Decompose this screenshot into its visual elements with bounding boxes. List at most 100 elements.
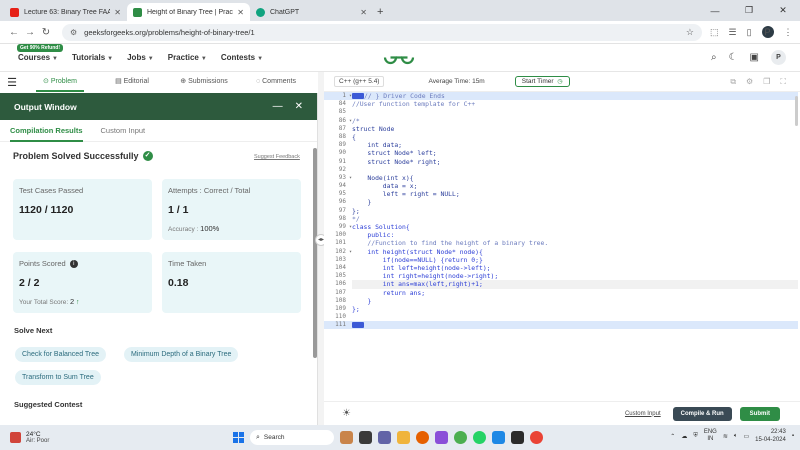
code-line[interactable]: left = right = NULL; (352, 190, 798, 198)
custom-input-link[interactable]: Custom Input (625, 411, 661, 417)
widgets-app-icon[interactable] (340, 431, 353, 444)
dark-mode-icon[interactable]: ☾ (729, 52, 738, 63)
onedrive-icon[interactable]: ☁ (681, 433, 687, 440)
user-avatar[interactable]: P (771, 50, 786, 65)
code-line[interactable]: int data; (352, 141, 798, 149)
teams-icon[interactable] (378, 431, 391, 444)
terminal-icon[interactable] (511, 431, 524, 444)
tab-submissions[interactable]: ⊕ Submissions (168, 72, 240, 92)
chrome-icon[interactable] (454, 431, 467, 444)
code-line[interactable]: struct Node* right; (352, 158, 798, 166)
code-line[interactable]: // } Driver Code Ends (352, 92, 798, 101)
site-info-icon[interactable]: ⚙ (70, 28, 77, 37)
folded-code-marker-icon[interactable] (352, 322, 364, 329)
language-select[interactable]: C++ (g++ 5.4) (334, 76, 385, 87)
nav-practice[interactable]: Practice ▼ (168, 53, 207, 62)
tab-problem[interactable]: ⊙ Problem (24, 72, 96, 92)
browser-tab-gfg[interactable]: Height of Binary Tree | Practice ✕ (127, 3, 250, 21)
minimize-icon[interactable]: — (698, 6, 732, 16)
reading-list-icon[interactable]: ☰ (729, 27, 737, 38)
code-line[interactable]: data = x; (352, 182, 798, 190)
battery-icon[interactable]: ▭ (743, 433, 749, 440)
code-line[interactable] (352, 313, 798, 321)
url-input[interactable]: ⚙ geeksforgeeks.org/problems/height-of-b… (62, 23, 702, 41)
file-explorer-icon[interactable] (397, 431, 410, 444)
close-tab-icon[interactable]: ✕ (237, 8, 244, 17)
sidebar-icon[interactable]: ▯ (747, 27, 752, 38)
code-line[interactable]: } (352, 297, 798, 305)
close-output-icon[interactable]: ✕ (295, 101, 303, 112)
code-area[interactable]: // } Driver Code Ends//User function tem… (352, 92, 798, 330)
code-line[interactable]: */ (352, 215, 798, 223)
chrome-active-icon[interactable] (530, 431, 543, 444)
code-line[interactable]: //User function template for C++ (352, 100, 798, 108)
code-line[interactable]: //Function to find the height of a binar… (352, 239, 798, 247)
settings-icon[interactable]: ⚙ (746, 77, 753, 87)
code-line[interactable]: int right=height(node->right); (352, 272, 798, 280)
code-line[interactable]: if(node==NULL) {return 0;} (352, 256, 798, 264)
code-line[interactable]: int height(struct Node* node){ (352, 248, 798, 256)
code-line[interactable]: int left=height(node->left); (352, 264, 798, 272)
store-icon[interactable] (435, 431, 448, 444)
reset-code-icon[interactable]: ⧉ (730, 77, 736, 87)
code-line[interactable]: }; (352, 305, 798, 313)
nav-contests[interactable]: Contests ▼ (221, 53, 263, 62)
tab-editorial[interactable]: ▤ Editorial (96, 72, 168, 92)
translate-icon[interactable]: ▣ (750, 52, 759, 63)
chevron-up-icon[interactable]: ⌃ (670, 433, 675, 440)
taskbar-search[interactable]: ⌕ Search (250, 430, 334, 445)
submit-button[interactable]: Submit (739, 406, 780, 421)
copy-icon[interactable]: ❐ (763, 77, 770, 87)
maximize-icon[interactable]: ❐ (732, 5, 766, 16)
code-line[interactable]: struct Node* left; (352, 149, 798, 157)
vscode-icon[interactable] (492, 431, 505, 444)
language-indicator[interactable]: ENG IN (704, 429, 717, 443)
nav-courses[interactable]: Get 90% Refund! Courses ▼ (17, 44, 64, 62)
hamburger-menu-icon[interactable]: ☰ (0, 76, 24, 89)
code-line[interactable]: }; (352, 207, 798, 215)
minimize-output-icon[interactable]: — (273, 101, 283, 112)
code-line[interactable] (352, 321, 798, 330)
task-view-icon[interactable] (359, 431, 372, 444)
code-line[interactable]: public: (352, 231, 798, 239)
code-line[interactable]: Node(int x){ (352, 174, 798, 182)
code-editor[interactable]: 1 ▾ 84 85 86 ▾ 87 88 89 90 91 92 93 ▾ 94 95 96 97 98 99 ▾ 100… (324, 92, 800, 401)
browser-menu-icon[interactable]: ⋮ (784, 27, 793, 38)
code-line[interactable]: int ans=max(left,right)+1; (352, 280, 798, 289)
browser-profile-avatar[interactable]: P (761, 26, 774, 38)
code-line[interactable] (352, 108, 798, 116)
back-icon[interactable]: ← (6, 27, 22, 38)
suggest-feedback-link[interactable]: Suggest Feedback (254, 154, 300, 160)
browser-tab-youtube[interactable]: Lecture 63: Binary Tree FAANG ✕ (4, 3, 127, 21)
code-line[interactable]: { (352, 133, 798, 141)
code-line[interactable]: } (352, 198, 798, 206)
gfg-logo[interactable] (382, 49, 416, 66)
close-window-icon[interactable]: ✕ (766, 5, 800, 16)
wifi-icon[interactable]: ≋ (723, 433, 728, 440)
bookmark-star-icon[interactable]: ☆ (686, 27, 694, 38)
output-scrollbar[interactable] (313, 148, 317, 358)
code-line[interactable]: /* (352, 117, 798, 125)
forward-icon[interactable]: → (22, 27, 38, 38)
fullscreen-icon[interactable]: ⛶ (780, 77, 786, 87)
folded-code-marker-icon[interactable] (352, 93, 364, 99)
whatsapp-icon[interactable] (473, 431, 486, 444)
firefox-icon[interactable] (416, 431, 429, 444)
compile-run-button[interactable]: Compile & Run (672, 406, 732, 421)
close-tab-icon[interactable]: ✕ (360, 8, 367, 17)
security-icon[interactable]: ⛨ (693, 433, 698, 440)
weather-widget[interactable]: 24°C Air: Poor (10, 431, 49, 444)
code-line[interactable]: return ans; (352, 289, 798, 297)
code-line[interactable]: struct Node (352, 125, 798, 133)
new-tab-button[interactable]: + (377, 3, 383, 21)
solve-next-chip[interactable]: Transform to Sum Tree (15, 370, 101, 385)
tab-custom-input[interactable]: Custom Input (101, 120, 146, 142)
editor-scrollbar[interactable] (795, 96, 798, 126)
close-tab-icon[interactable]: ✕ (114, 8, 121, 17)
solve-next-chip[interactable]: Check for Balanced Tree (15, 347, 107, 362)
extensions-icon[interactable]: ⬚ (710, 27, 719, 38)
notification-icon[interactable]: ▪ (792, 433, 794, 439)
solve-next-chip[interactable]: Minimum Depth of a Binary Tree (124, 347, 239, 362)
browser-tab-chatgpt[interactable]: ChatGPT ✕ (250, 3, 373, 21)
reload-icon[interactable]: ↻ (38, 27, 54, 38)
